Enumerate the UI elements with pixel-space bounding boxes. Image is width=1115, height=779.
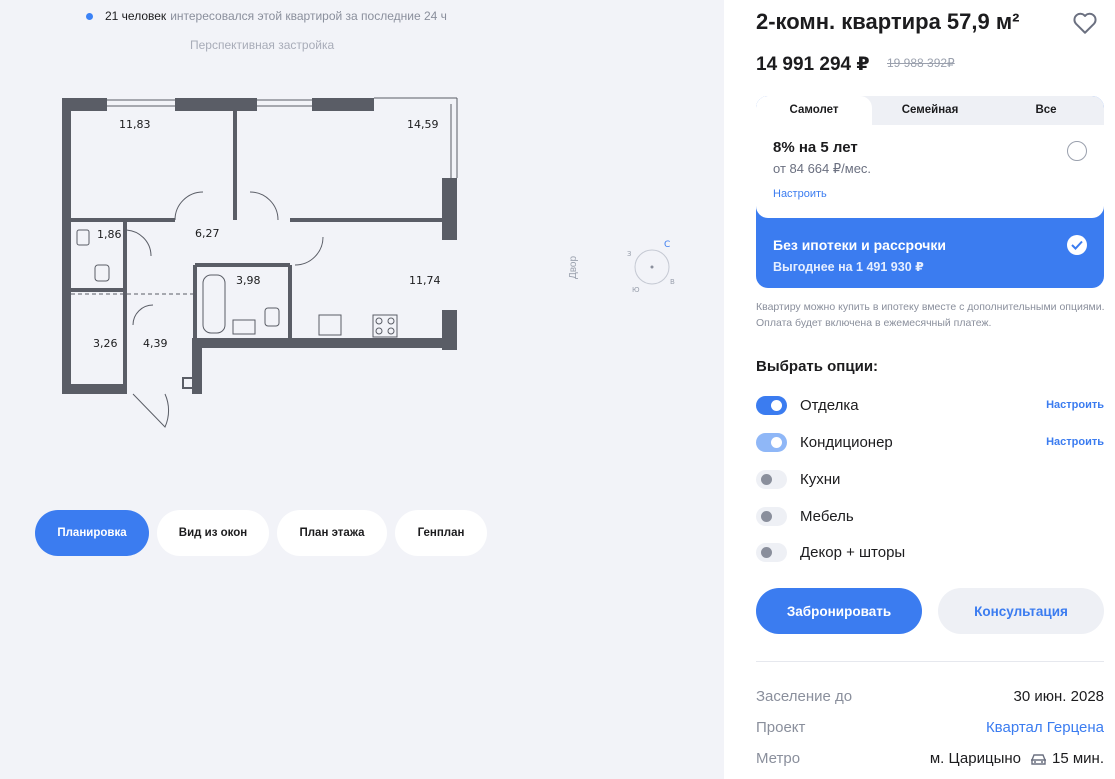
- details-panel: 2-комн. квартира 57,9 м² 14 991 294 ₽ 19…: [724, 0, 1115, 779]
- option-conditioner: Кондиционер Настроить: [756, 431, 1104, 453]
- status-dot: [86, 12, 93, 20]
- mortgage-monthly: от 84 664 ₽/мес.: [773, 161, 872, 176]
- option-label: Декор + шторы: [800, 543, 906, 561]
- mortgage-radio[interactable]: [1067, 141, 1087, 161]
- info-label: Заселение до: [756, 688, 853, 705]
- divider: [756, 661, 1104, 662]
- furniture-toggle[interactable]: [756, 506, 787, 526]
- info-label: Проект: [756, 719, 806, 736]
- info-project: Проект Квартал Герцена: [756, 719, 1104, 736]
- room-area: 6,27: [195, 227, 220, 240]
- view-tabs: Планировка Вид из окон План этажа Генпла…: [35, 510, 487, 556]
- book-button[interactable]: Забронировать: [756, 588, 922, 634]
- option-label: Кухни: [800, 470, 841, 488]
- cash-option-savings: Выгоднее на 1 491 930 ₽: [773, 260, 924, 274]
- viewers-notice: 21 человек интересовался этой квартирой …: [86, 9, 447, 23]
- option-decor: Декор + шторы: [756, 541, 1104, 563]
- tab-master-plan[interactable]: Генплан: [395, 510, 487, 556]
- room-area: 11,74: [409, 274, 441, 287]
- kitchens-toggle[interactable]: [756, 469, 787, 489]
- option-furniture: Мебель: [756, 505, 1104, 527]
- tab-family[interactable]: Семейная: [872, 96, 988, 125]
- option-kitchens: Кухни: [756, 468, 1104, 490]
- mortgage-setup-link[interactable]: Настроить: [773, 188, 827, 200]
- info-metro: Метро м. Царицыно 15 мин.: [756, 750, 1104, 767]
- compass-south: Ю: [632, 286, 640, 294]
- mortgage-option[interactable]: 8% на 5 лет от 84 664 ₽/мес. Настроить: [756, 125, 1104, 218]
- price: 14 991 294 ₽: [756, 54, 870, 75]
- room-area: 1,86: [97, 228, 122, 241]
- option-label: Кондиционер: [800, 433, 893, 451]
- room-area: 3,98: [236, 274, 261, 287]
- room-area: 4,39: [143, 337, 168, 350]
- left-panel: 21 человек интересовался этой квартирой …: [0, 0, 724, 779]
- tab-layout[interactable]: Планировка: [35, 510, 149, 556]
- finishing-setup-link[interactable]: Настроить: [1046, 399, 1104, 411]
- car-icon: [1031, 753, 1046, 765]
- compass-west: З: [627, 250, 632, 258]
- mortgage-rate: 8% на 5 лет: [773, 139, 858, 156]
- mortgage-tabs: Самолет Семейная Все: [756, 96, 1104, 125]
- option-finishing: Отделка Настроить: [756, 394, 1104, 416]
- viewers-text: интересовался этой квартирой за последни…: [170, 9, 447, 23]
- decor-toggle[interactable]: [756, 542, 787, 562]
- option-label: Отделка: [800, 396, 859, 414]
- conditioner-toggle[interactable]: [756, 432, 787, 452]
- info-value: 30 июн. 2028: [1013, 688, 1104, 705]
- finishing-toggle[interactable]: [756, 395, 787, 415]
- apartment-title: 2-комн. квартира 57,9 м²: [756, 9, 1020, 34]
- tab-floor-plan[interactable]: План этажа: [277, 510, 387, 556]
- compass-north: С: [664, 240, 670, 250]
- floor-plan: 11,83 14,59 1,86 6,27 3,98 11,74 3,26 4,…: [62, 97, 458, 428]
- cash-option-title[interactable]: Без ипотеки и рассрочки: [773, 237, 946, 253]
- consult-button[interactable]: Консультация: [938, 588, 1104, 634]
- options-title: Выбрать опции:: [756, 358, 879, 375]
- heart-icon[interactable]: [1072, 11, 1098, 35]
- compass-east: В: [670, 278, 675, 286]
- project-link[interactable]: Квартал Герцена: [986, 719, 1104, 736]
- conditioner-setup-link[interactable]: Настроить: [1046, 436, 1104, 448]
- room-area: 11,83: [119, 118, 151, 131]
- tab-all[interactable]: Все: [988, 96, 1104, 125]
- mortgage-note: Квартиру можно купить в ипотеку вместе с…: [756, 301, 1105, 329]
- check-icon[interactable]: [1067, 235, 1087, 255]
- yard-label: Двор: [568, 255, 580, 280]
- metro-station: м. Царицыно: [929, 750, 1021, 767]
- metro-time: 15 мин.: [1052, 750, 1104, 767]
- info-value: м. Царицыно 15 мин.: [930, 750, 1104, 767]
- compass-icon: С З В Ю: [627, 240, 675, 294]
- info-label: Метро: [756, 750, 801, 767]
- old-price: 19 988 392₽: [887, 56, 955, 70]
- tab-window-view[interactable]: Вид из окон: [157, 510, 269, 556]
- perspective-label: Перспективная застройка: [190, 38, 335, 52]
- info-settle: Заселение до 30 июн. 2028: [756, 688, 1104, 705]
- room-area: 14,59: [407, 118, 439, 131]
- viewers-count: 21 человек: [105, 9, 167, 23]
- tab-samolet[interactable]: Самолет: [756, 96, 872, 125]
- option-label: Мебель: [800, 507, 854, 525]
- room-area: 3,26: [93, 337, 118, 350]
- mortgage-card: Самолет Семейная Все 8% на 5 лет от 84 6…: [756, 96, 1104, 288]
